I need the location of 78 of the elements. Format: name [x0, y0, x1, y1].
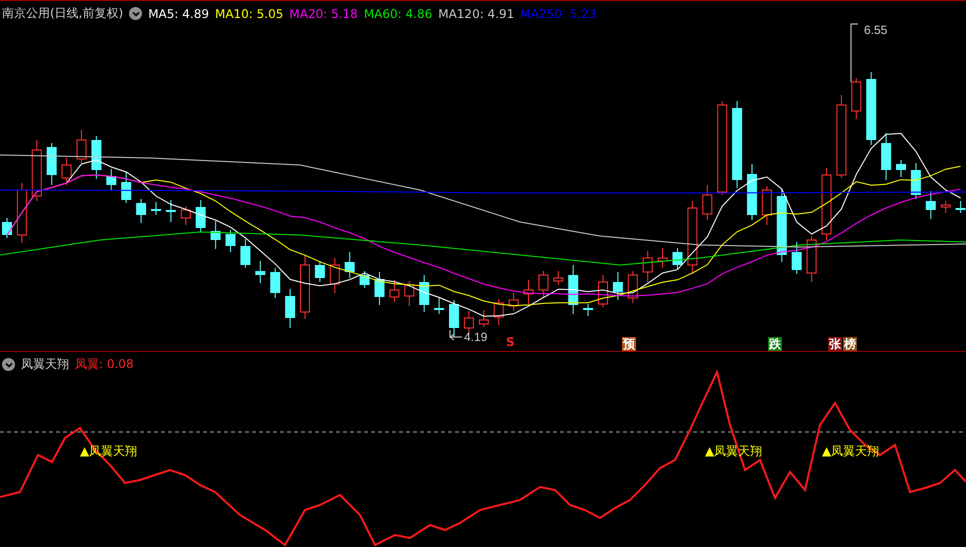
candlestick: [46, 142, 57, 186]
candlestick: [851, 78, 862, 120]
candlestick: [62, 158, 72, 186]
candlestick: [449, 300, 459, 338]
candlestick: [658, 248, 668, 268]
low-price-label: 4.19: [464, 330, 488, 344]
stock-title: 南京公用(日线,前复权): [2, 5, 124, 22]
moving-average-value: MA60: 4.86: [364, 6, 432, 20]
candlestick: [612, 272, 623, 300]
candlestick: [389, 280, 400, 302]
candlestick: [210, 220, 221, 250]
moving-average-value: MA10: 5.05: [214, 6, 284, 20]
candlestick: [538, 270, 548, 298]
candlestick: [136, 198, 146, 224]
candlestick: [926, 190, 936, 220]
candlestick: [240, 238, 250, 268]
candlestick: [32, 140, 42, 202]
candlestick: [762, 186, 772, 226]
indicator-value: 凤翼: 0.08: [75, 356, 134, 373]
moving-average-value: MA120: 4.91: [438, 6, 514, 20]
candlestick: [404, 280, 414, 306]
candlestick: [508, 292, 519, 312]
candlestick: [76, 130, 86, 164]
candlestick: [747, 164, 757, 220]
candlestick: [419, 274, 430, 312]
candlestick: [255, 260, 266, 284]
candlestick: [285, 288, 296, 328]
moving-average-value: MA250: 5.23: [520, 6, 596, 20]
candlestick: [434, 298, 444, 314]
candlestick: [881, 132, 892, 180]
candlestick: [940, 200, 951, 214]
signal-badge: 预: [622, 337, 636, 351]
candlestick: [598, 274, 608, 308]
candlestick: [896, 160, 906, 178]
candlestick: [270, 268, 280, 298]
candlestick: [792, 242, 802, 274]
candlestick: [330, 258, 340, 294]
sell-signal: S: [505, 335, 516, 349]
candlestick: [374, 272, 384, 306]
indicator-title: 凤翼天翔: [21, 356, 69, 373]
candlestick: [360, 270, 370, 288]
high-marker-line: [850, 24, 858, 82]
moving-average-value: MA5: 4.89: [148, 6, 209, 20]
high-price-label: 6.55: [864, 23, 888, 37]
candlestick: [642, 250, 653, 282]
candlestick: [702, 184, 712, 220]
candlestick: [956, 200, 966, 214]
candlestick: [672, 248, 682, 270]
candlestick: [344, 252, 355, 278]
signal-badge: 跌: [768, 337, 782, 351]
candlestick: [478, 310, 489, 328]
candlestick: [583, 304, 594, 316]
candlestick: [106, 168, 116, 192]
dropdown-icon[interactable]: [2, 358, 15, 371]
candlestick: [314, 260, 325, 282]
candlestick: [196, 200, 206, 232]
candlestick: [300, 254, 310, 320]
dropdown-icon[interactable]: [129, 7, 142, 20]
candlestick: [166, 200, 176, 222]
candlestick: [121, 172, 132, 204]
candlestick: [180, 206, 191, 226]
moving-average-value: MA20: 5.18: [289, 6, 358, 20]
signal-badge: 张: [828, 337, 842, 351]
candlestick: [910, 162, 921, 200]
candlestick: [524, 280, 534, 304]
signal-badge: 榜: [843, 337, 857, 351]
low-marker-arrow: [450, 330, 462, 340]
candlestick: [2, 218, 12, 238]
candlestick: [91, 136, 102, 180]
candlestick: [16, 182, 27, 244]
candlestick: [494, 298, 504, 326]
candlestick: [553, 270, 564, 286]
candlestick: [568, 264, 578, 314]
candlestick: [806, 236, 817, 282]
candlestick: [151, 202, 161, 216]
candlestick: [226, 230, 236, 252]
candlestick: [628, 270, 638, 304]
candlestick: [464, 310, 474, 334]
